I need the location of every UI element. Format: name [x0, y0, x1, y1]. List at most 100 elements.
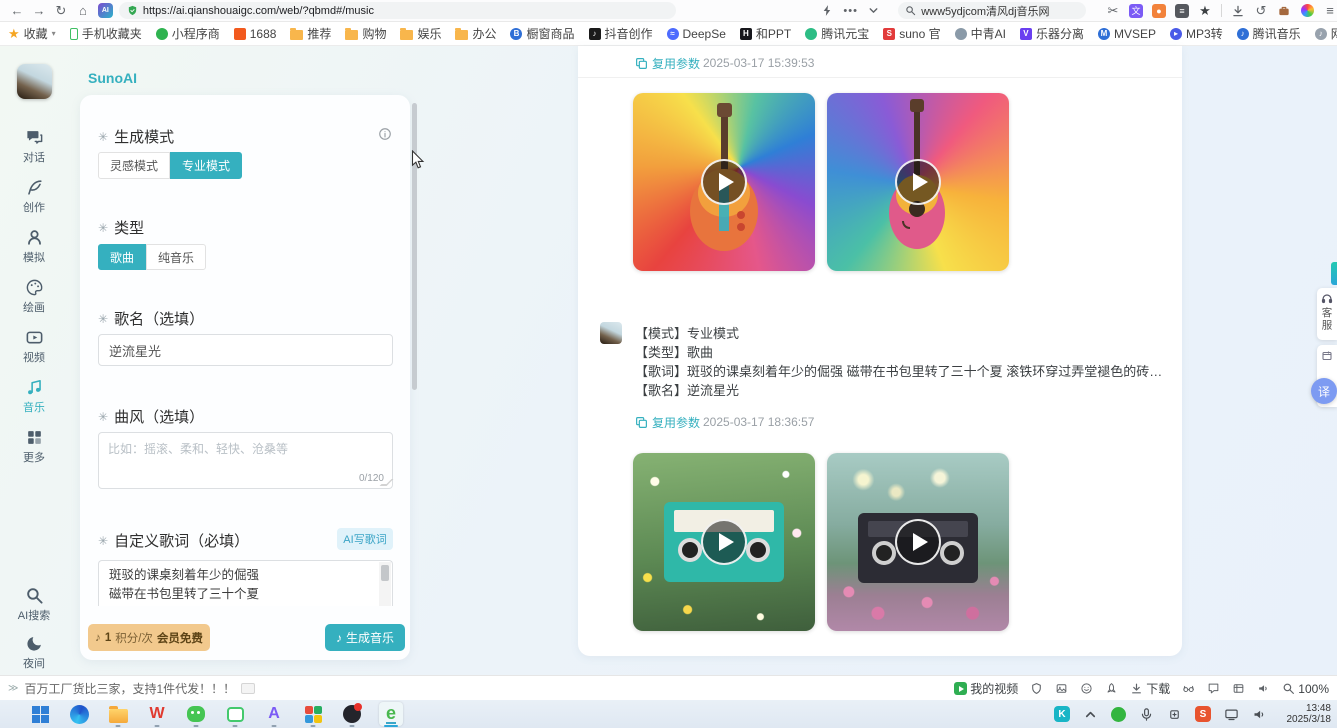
caret-down-icon[interactable]: ▾	[52, 29, 56, 38]
more-dots-icon[interactable]: •••	[844, 4, 857, 17]
scissors-icon[interactable]: ✂	[1106, 4, 1120, 18]
forward-icon[interactable]: →	[28, 0, 50, 22]
reuse-params-link[interactable]: 复用参数	[635, 55, 700, 72]
collapse-chevron-icon[interactable]: ≫	[8, 683, 18, 694]
status-tool-image[interactable]	[1055, 682, 1068, 695]
panel-scrollbar-thumb[interactable]	[412, 103, 417, 390]
taskbar-app-wps[interactable]: W	[145, 702, 169, 726]
style-textarea[interactable]: 比如：摇滚、柔和、轻快、沧桑等 0/120	[98, 432, 393, 489]
play-audio-button[interactable]	[633, 93, 815, 271]
status-notice[interactable]: ≫ 百万工厂货比三家，支持1件代发！！！	[8, 680, 255, 697]
play-audio-button[interactable]	[633, 453, 815, 631]
mode-option-inspiration[interactable]: 灵感模式	[98, 152, 170, 179]
chevron-down-icon[interactable]	[867, 4, 880, 17]
play-audio-button[interactable]	[827, 93, 1009, 271]
bookmark-9[interactable]: B橱窗商品	[510, 25, 574, 42]
bookmark-19[interactable]: ♪腾讯音乐	[1237, 25, 1301, 42]
status-tool-shield[interactable]	[1030, 682, 1043, 695]
song-name-input[interactable]	[98, 334, 393, 366]
lyrics-textarea[interactable]: 斑驳的课桌刻着年少的倔强 磁带在书包里转了三十个夏 滚铁环穿过弄堂褪色的砖墙	[98, 560, 393, 606]
bookmark-7[interactable]: 娱乐	[400, 25, 441, 42]
info-icon[interactable]	[378, 127, 392, 141]
tray-sogou[interactable]: S	[1195, 706, 1211, 722]
sidebar-item-moon[interactable]: 夜间	[0, 634, 68, 671]
lightning-icon[interactable]	[821, 4, 834, 17]
tray-network[interactable]	[1224, 707, 1239, 722]
refresh-icon[interactable]: ↻	[50, 0, 72, 22]
lyrics-scrollbar[interactable]	[379, 562, 391, 606]
play-audio-button[interactable]	[827, 453, 1009, 631]
sidebar-item-feather[interactable]: 创作	[0, 178, 68, 215]
bookmark-15[interactable]: 中青AI	[955, 25, 1006, 42]
bookmark-20[interactable]: ♪网易音乐	[1315, 25, 1337, 42]
type-option-instrumental[interactable]: 纯音乐	[146, 244, 206, 270]
bookmark-8[interactable]: 办公	[455, 25, 496, 42]
status-tool-glasses[interactable]	[1182, 682, 1195, 695]
bookmark-16[interactable]: V乐器分离	[1020, 25, 1084, 42]
sidebar-item-search[interactable]: AI搜索	[0, 586, 68, 623]
sidebar-item-music[interactable]: 音乐	[0, 378, 68, 415]
mode-option-professional[interactable]: 专业模式	[170, 152, 242, 179]
taskbar-app-browser-e[interactable]: e	[379, 702, 403, 726]
bookmark-11[interactable]: ≈DeepSe	[667, 27, 726, 41]
status-tool-speaker[interactable]	[1257, 682, 1270, 695]
type-option-song[interactable]: 歌曲	[98, 244, 146, 270]
sidebar-item-palette[interactable]: 绘画	[0, 278, 68, 315]
status-tool-bubble[interactable]	[1207, 682, 1220, 695]
taskbar-app-recorder[interactable]	[223, 702, 247, 726]
status-tool-play-video[interactable]: 我的视频	[954, 680, 1018, 697]
taskbar-app-explorer[interactable]	[106, 702, 130, 726]
translate-ext-icon[interactable]: 文	[1129, 4, 1143, 18]
bookmark-6[interactable]: 购物	[345, 25, 386, 42]
bookmark-1[interactable]: ★收藏▾	[8, 25, 56, 42]
reader-ext-icon[interactable]: ≡	[1175, 4, 1189, 18]
tray-mic[interactable]	[1139, 707, 1154, 722]
taskbar-app-edge[interactable]	[67, 702, 91, 726]
game-ext-icon[interactable]: ●	[1152, 4, 1166, 18]
home-icon[interactable]: ⌂	[72, 0, 94, 22]
credit-cost-button[interactable]: ♪ 1 积分/次 会员免费	[88, 624, 210, 651]
lyrics-scrollbar-thumb[interactable]	[381, 565, 389, 581]
bookmark-18[interactable]: ▸MP3转	[1170, 25, 1223, 42]
status-tool-smile[interactable]	[1080, 682, 1093, 695]
address-bar[interactable]: https://ai.qianshouaigc.com/web/?qbmd#/m…	[119, 2, 676, 19]
bookmark-17[interactable]: MMVSEP	[1098, 27, 1156, 41]
download-icon[interactable]	[1231, 4, 1245, 18]
sidebar-item-video[interactable]: 视频	[0, 328, 68, 365]
menu-icon[interactable]: ≡	[1323, 4, 1337, 18]
status-tool-download[interactable]: 下载	[1130, 680, 1170, 697]
taskbar-app-obs[interactable]	[340, 702, 364, 726]
undo-icon[interactable]: ↺	[1254, 4, 1268, 18]
translate-button[interactable]: 译	[1311, 378, 1337, 404]
bookmark-12[interactable]: H和PPT	[740, 25, 791, 42]
bookmark-14[interactable]: Ssuno 官	[883, 25, 940, 42]
taskbar-app-app-grid[interactable]	[301, 702, 325, 726]
bookmark-4[interactable]: 1688	[234, 27, 277, 41]
tray-kuaishou[interactable]: K	[1054, 706, 1070, 722]
quick-search-box[interactable]: www5ydjcom清风dj音乐网	[898, 2, 1086, 19]
status-tool-window[interactable]	[1232, 682, 1245, 695]
customer-service-button[interactable]: 客服	[1317, 288, 1337, 340]
sidebar-item-chat[interactable]: 对话	[0, 128, 68, 165]
status-tool-rocket[interactable]	[1105, 682, 1118, 695]
taskbar-app-design-a[interactable]: A	[262, 702, 286, 726]
tray-remote[interactable]	[1167, 707, 1182, 722]
tray-chevron-up[interactable]	[1083, 707, 1098, 722]
taskbar-app-wechat[interactable]	[184, 702, 208, 726]
ai-write-lyrics-button[interactable]: AI写歌词	[337, 528, 393, 550]
app-logo-avatar[interactable]	[17, 64, 52, 99]
tray-safe360[interactable]	[1111, 707, 1126, 722]
theme-icon[interactable]	[1300, 4, 1314, 18]
taskbar-app-start[interactable]	[28, 702, 52, 726]
tray-volume[interactable]	[1252, 707, 1267, 722]
bookmark-10[interactable]: ♪抖音创作	[589, 25, 653, 42]
status-tool-magnifier[interactable]: 100%	[1282, 682, 1329, 696]
sidebar-item-person[interactable]: 模拟	[0, 228, 68, 265]
bookmark-13[interactable]: 腾讯元宝	[805, 25, 869, 42]
taskbar-clock[interactable]: 13:48 2025/3/18	[1287, 703, 1332, 725]
bookmark-3[interactable]: 小程序商	[156, 25, 220, 42]
toolbox-icon[interactable]	[1277, 4, 1291, 18]
generate-music-button[interactable]: ♪ 生成音乐	[325, 624, 405, 651]
back-icon[interactable]: ←	[6, 0, 28, 22]
puzzle-ext-icon[interactable]: ★	[1198, 4, 1212, 18]
